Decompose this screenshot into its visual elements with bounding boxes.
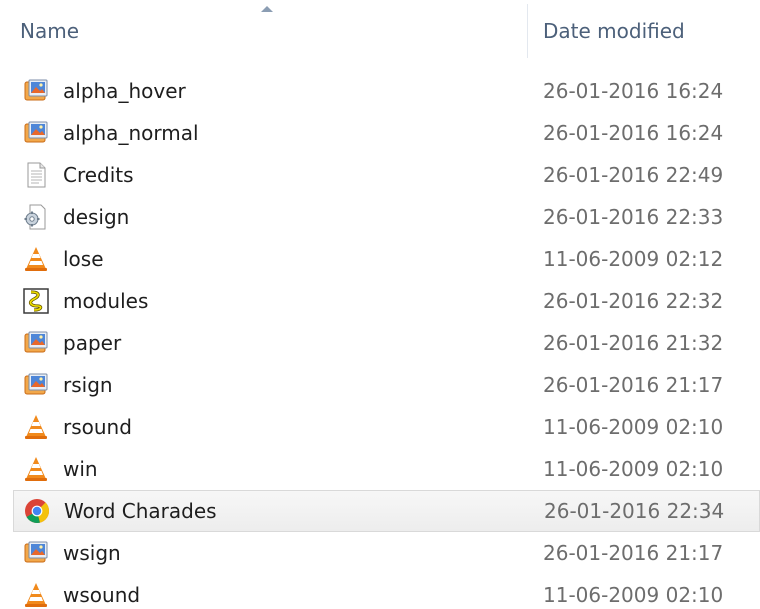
file-date-modified: 26-01-2016 22:34 xyxy=(544,499,725,523)
file-name: wsound xyxy=(63,583,141,607)
file-name: lose xyxy=(63,247,104,271)
vlc-media-icon xyxy=(22,413,50,441)
file-date-modified: 11-06-2009 02:10 xyxy=(543,415,724,439)
file-row[interactable]: wsign 26-01-2016 21:17 xyxy=(0,532,760,574)
image-file-icon xyxy=(22,119,50,147)
chrome-html-icon xyxy=(23,497,51,525)
file-row[interactable]: Word Charades 26-01-2016 22:34 xyxy=(13,490,760,532)
image-file-icon xyxy=(22,329,50,357)
file-row[interactable]: lose 11-06-2009 02:12 xyxy=(0,238,760,280)
file-name: wsign xyxy=(63,541,121,565)
column-divider[interactable] xyxy=(527,4,528,58)
file-date-modified: 26-01-2016 21:32 xyxy=(543,331,724,355)
file-name: win xyxy=(63,457,98,481)
file-date-modified: 11-06-2009 02:12 xyxy=(543,247,724,271)
file-row[interactable]: design 26-01-2016 22:33 xyxy=(0,196,760,238)
file-row[interactable]: alpha_hover 26-01-2016 16:24 xyxy=(0,70,760,112)
file-row[interactable]: alpha_normal 26-01-2016 16:24 xyxy=(0,112,760,154)
config-file-icon xyxy=(22,203,50,231)
file-list: alpha_hover 26-01-2016 16:24 alpha_normal… xyxy=(0,70,760,609)
image-file-icon xyxy=(22,77,50,105)
file-name: rsound xyxy=(63,415,132,439)
file-date-modified: 26-01-2016 21:17 xyxy=(543,541,724,565)
column-header-bar: Name Date modified xyxy=(0,0,760,62)
image-file-icon xyxy=(22,539,50,567)
file-explorer-list: Name Date modified alpha_hover 26-01-2016… xyxy=(0,0,760,609)
file-row[interactable]: Credits 26-01-2016 22:49 xyxy=(0,154,760,196)
file-date-modified: 26-01-2016 22:32 xyxy=(543,289,724,313)
name-column-header[interactable]: Name xyxy=(20,0,525,62)
file-date-modified: 11-06-2009 02:10 xyxy=(543,457,724,481)
file-name: Credits xyxy=(63,163,134,187)
vlc-media-icon xyxy=(22,245,50,273)
vlc-media-icon xyxy=(22,581,50,609)
image-file-icon xyxy=(22,371,50,399)
file-row[interactable]: win 11-06-2009 02:10 xyxy=(0,448,760,490)
file-name: paper xyxy=(63,331,122,355)
file-date-modified: 11-06-2009 02:10 xyxy=(543,583,724,607)
file-name: design xyxy=(63,205,130,229)
date-modified-column-header[interactable]: Date modified xyxy=(543,0,753,62)
file-date-modified: 26-01-2016 16:24 xyxy=(543,121,724,145)
file-name: modules xyxy=(63,289,149,313)
file-date-modified: 26-01-2016 22:33 xyxy=(543,205,724,229)
file-row[interactable]: rsign 26-01-2016 21:17 xyxy=(0,364,760,406)
file-name: alpha_normal xyxy=(63,121,199,145)
vlc-media-icon xyxy=(22,455,50,483)
file-date-modified: 26-01-2016 16:24 xyxy=(543,79,724,103)
file-row[interactable]: modules 26-01-2016 22:32 xyxy=(0,280,760,322)
file-date-modified: 26-01-2016 21:17 xyxy=(543,373,724,397)
file-row[interactable]: wsound 11-06-2009 02:10 xyxy=(0,574,760,609)
file-date-modified: 26-01-2016 22:49 xyxy=(543,163,724,187)
file-name: alpha_hover xyxy=(63,79,186,103)
file-name: rsign xyxy=(63,373,113,397)
file-name: Word Charades xyxy=(64,499,217,523)
text-file-icon xyxy=(22,161,50,189)
script-file-icon xyxy=(22,287,50,315)
file-row[interactable]: paper 26-01-2016 21:32 xyxy=(0,322,760,364)
file-row[interactable]: rsound 11-06-2009 02:10 xyxy=(0,406,760,448)
